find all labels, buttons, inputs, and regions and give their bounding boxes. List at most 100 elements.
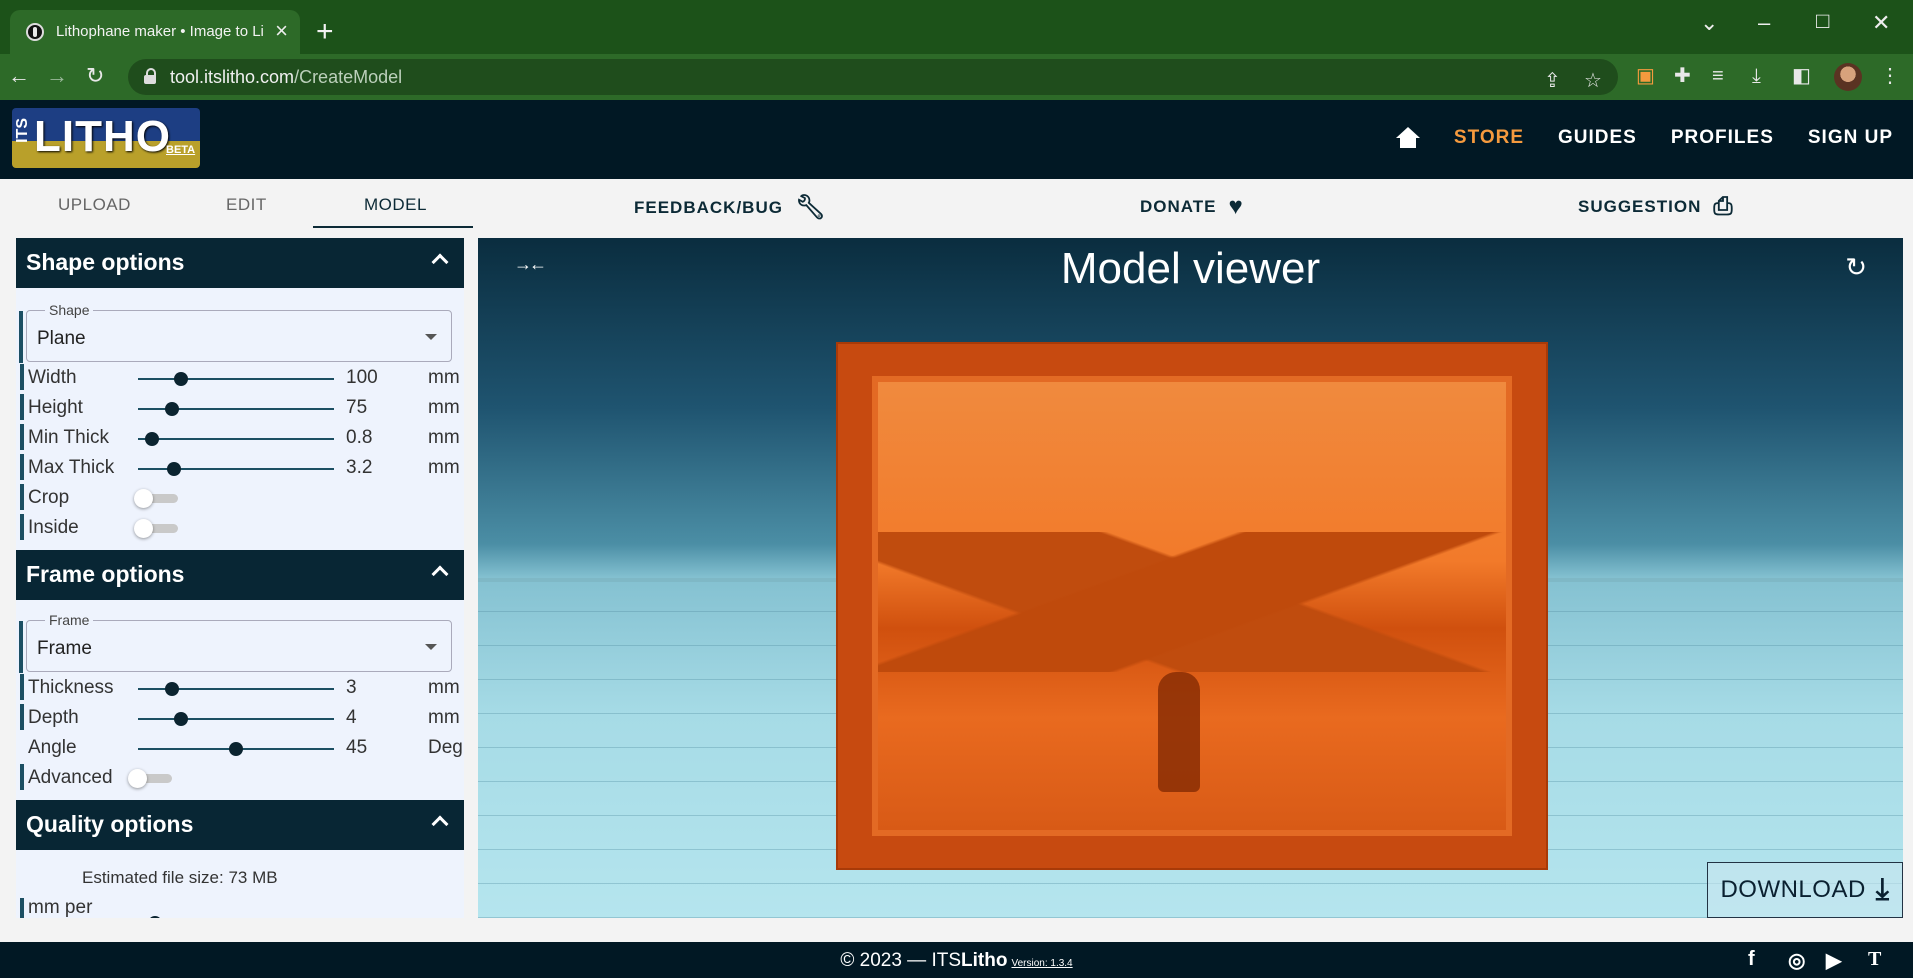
media-queue-icon[interactable]: ≡ — [1712, 64, 1724, 88]
main-nav: STORE GUIDES PROFILES SIGN UP — [1395, 127, 1893, 149]
slider-thumb[interactable] — [167, 462, 182, 476]
width-slider[interactable] — [138, 372, 334, 386]
refresh-icon[interactable]: ↻ — [1845, 252, 1867, 283]
min-thick-slider-row: Min Thick 0.8 mm — [20, 424, 460, 450]
close-tab-icon[interactable]: × — [275, 18, 288, 44]
advanced-toggle-row: Advanced — [20, 764, 460, 790]
favicon-icon — [26, 23, 44, 41]
extension-icon[interactable]: ▣ — [1636, 64, 1655, 88]
download-button[interactable]: DOWNLOAD ⤓ — [1707, 862, 1903, 918]
menu-kebab-icon[interactable]: ⋮ — [1880, 64, 1900, 88]
inside-toggle-row: Inside — [20, 514, 460, 540]
forward-icon[interactable]: → — [46, 63, 68, 89]
dropdown-caret-icon — [425, 334, 437, 340]
shape-select[interactable]: Shape Plane — [19, 302, 452, 363]
tab-upload[interactable]: UPLOAD — [58, 195, 131, 215]
facebook-icon[interactable]: f — [1748, 948, 1755, 971]
tab-model[interactable]: MODEL — [364, 195, 427, 215]
angle-slider-row: Angle 45 Deg — [28, 737, 463, 758]
url-text: tool.itslitho.com/CreateModel — [170, 67, 403, 87]
collapse-panel-icon[interactable] — [514, 254, 544, 276]
wrench-icon: 🔧︎ — [794, 194, 827, 221]
browser-tab[interactable]: Lithophane maker • Image to Lith × — [10, 10, 300, 54]
lithophane-model[interactable] — [836, 342, 1548, 870]
shape-options-header[interactable]: Shape options — [16, 238, 464, 288]
lock-icon — [144, 68, 156, 84]
min-thick-slider[interactable] — [138, 432, 334, 446]
browser-toolbar: ← → ↻ tool.itslitho.com/CreateModel ⇪ ☆ … — [0, 54, 1913, 100]
estimated-file-size: Estimated file size: 73 MB — [82, 868, 278, 887]
options-panel[interactable]: Shape options Shape Plane Width 100 mm H… — [16, 238, 464, 918]
tab-title: Lithophane maker • Image to Lith — [56, 23, 264, 40]
chevron-up-icon — [431, 815, 449, 833]
bookmark-star-icon[interactable]: ☆ — [1584, 69, 1602, 93]
slider-thumb[interactable] — [145, 432, 160, 446]
quality-options-header[interactable]: Quality options — [16, 800, 464, 850]
instagram-icon[interactable]: ◎ — [1788, 948, 1805, 973]
slider-thumb[interactable] — [174, 372, 189, 386]
max-thick-slider[interactable] — [138, 462, 334, 476]
height-slider[interactable] — [138, 402, 334, 416]
downloads-icon[interactable]: ⤓ — [1752, 64, 1761, 88]
tab-edit[interactable]: EDIT — [226, 195, 267, 215]
width-slider-row: Width 100 mm — [20, 364, 460, 390]
advanced-toggle[interactable] — [128, 769, 172, 788]
height-slider-row: Height 75 mm — [20, 394, 460, 420]
lithophane-relief — [872, 376, 1518, 836]
slider-thumb[interactable] — [165, 402, 180, 416]
suggestion-button[interactable]: SUGGESTION ⎙ — [1578, 193, 1734, 221]
slider-thumb[interactable] — [229, 742, 243, 756]
thickness-slider[interactable] — [138, 682, 334, 696]
dropdown-caret-icon — [425, 644, 437, 650]
feedback-bug-button[interactable]: FEEDBACK/BUG 🔧︎ — [634, 193, 826, 222]
nav-guides[interactable]: GUIDES — [1558, 127, 1637, 149]
site-logo[interactable]: ITS LITHO BETA — [12, 108, 200, 168]
maximize-icon[interactable]: □ — [1816, 8, 1829, 34]
minimize-icon[interactable]: – — [1758, 10, 1770, 36]
home-icon[interactable] — [1395, 127, 1420, 149]
version-link[interactable]: Version: 1.3.4 — [1011, 958, 1072, 969]
back-icon[interactable]: ← — [8, 63, 30, 89]
chevron-up-icon — [431, 565, 449, 583]
slider-thumb[interactable] — [165, 682, 180, 696]
inside-toggle[interactable] — [134, 519, 178, 538]
angle-slider[interactable] — [138, 742, 334, 756]
frame-options-header[interactable]: Frame options — [16, 550, 464, 600]
close-window-icon[interactable]: ✕ — [1872, 10, 1890, 36]
heart-icon: ♥ — [1228, 193, 1244, 220]
model-viewer[interactable]: Model viewer ↻ DOWNLOAD ⤓ — [478, 238, 1903, 918]
viewer-title: Model viewer — [1060, 244, 1321, 293]
site-header: ITS LITHO BETA STORE GUIDES PROFILES SIG… — [0, 100, 1913, 179]
nav-sign-up[interactable]: SIGN UP — [1808, 127, 1893, 149]
tab-search-icon[interactable]: ⌄ — [1700, 10, 1718, 36]
suggestion-box-icon: ⎙ — [1713, 193, 1734, 220]
address-bar[interactable]: tool.itslitho.com/CreateModel ⇪ ☆ — [128, 59, 1618, 95]
tiktok-icon[interactable]: T — [1868, 948, 1881, 971]
depth-slider-row: Depth 4 mm — [20, 704, 460, 730]
sub-nav: UPLOAD EDIT MODEL FEEDBACK/BUG 🔧︎ DONATE… — [0, 179, 1913, 237]
frame-select[interactable]: Frame Frame — [19, 612, 452, 673]
nav-profiles[interactable]: PROFILES — [1671, 127, 1774, 149]
youtube-icon[interactable]: ▶ — [1826, 948, 1841, 973]
extensions-puzzle-icon[interactable]: ✚ — [1674, 64, 1691, 88]
crop-toggle[interactable] — [134, 489, 178, 508]
slider-thumb[interactable] — [174, 712, 189, 726]
slider-thumb[interactable] — [148, 916, 162, 918]
reload-icon[interactable]: ↻ — [86, 63, 104, 89]
site-footer: © 2023 — ITSLitho Version: 1.3.4 f ◎ ▶ T — [0, 942, 1913, 978]
depth-slider[interactable] — [138, 712, 334, 726]
download-icon: ⤓ — [1875, 873, 1890, 906]
chevron-up-icon — [431, 253, 449, 271]
new-tab-icon[interactable]: + — [316, 16, 334, 48]
profile-avatar[interactable] — [1834, 63, 1862, 91]
thickness-slider-row: Thickness 3 mm — [20, 674, 460, 700]
mm-per-row: mm per — [20, 897, 460, 918]
max-thick-slider-row: Max Thick 3.2 mm — [20, 454, 460, 480]
footer-copyright: © 2023 — ITSLitho Version: 1.3.4 — [840, 950, 1073, 971]
active-tab-indicator — [313, 226, 473, 228]
nav-store[interactable]: STORE — [1454, 127, 1524, 149]
share-icon[interactable]: ⇪ — [1544, 69, 1561, 93]
crop-toggle-row: Crop — [20, 484, 460, 510]
side-panel-icon[interactable]: ◧ — [1792, 64, 1811, 88]
donate-button[interactable]: DONATE ♥ — [1140, 193, 1244, 221]
